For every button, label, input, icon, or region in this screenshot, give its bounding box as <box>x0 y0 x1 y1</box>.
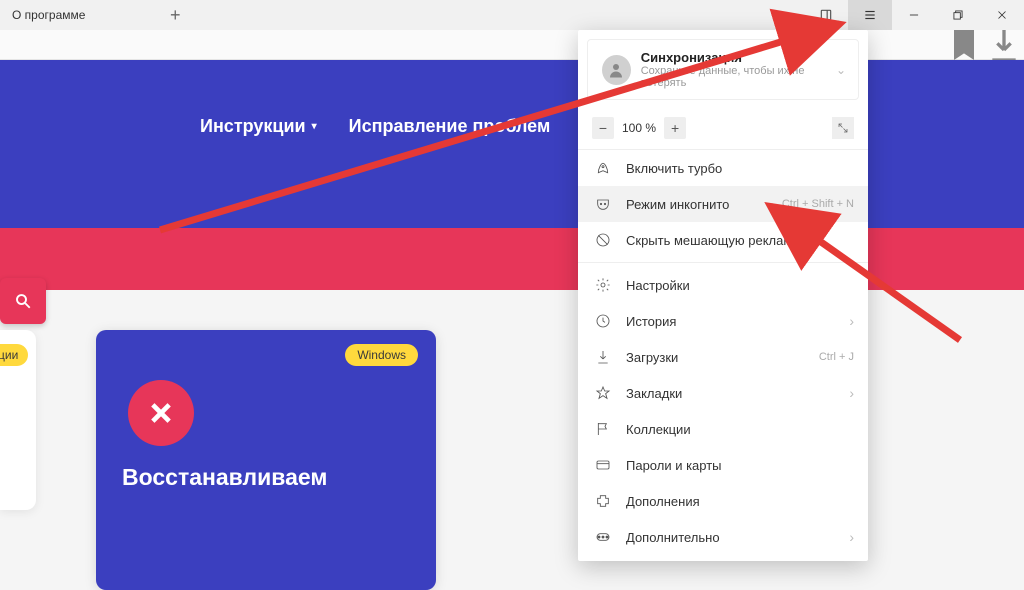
main-menu-button[interactable] <box>848 0 892 30</box>
sidebar-toggle-icon[interactable] <box>804 0 848 30</box>
avatar-icon <box>602 55 631 85</box>
cards-row: ции Windows Восстанавливаем <box>0 290 1024 590</box>
card-partial[interactable]: ции <box>0 330 36 510</box>
chevron-down-icon: ⌄ <box>836 63 846 77</box>
menu-label: Загрузки <box>626 350 678 365</box>
zoom-value: 100 % <box>622 121 656 135</box>
download-icon <box>594 348 612 366</box>
zoom-controls: − 100 % + <box>578 109 868 150</box>
no-ads-icon <box>594 231 612 249</box>
address-bar <box>0 30 1024 60</box>
card-icon <box>594 456 612 474</box>
chevron-down-icon: ▾ <box>312 121 317 132</box>
sync-title: Синхронизация <box>641 50 844 65</box>
error-icon <box>128 380 194 446</box>
chevron-right-icon: › <box>849 385 854 401</box>
main-menu: Синхронизация Сохраните данные, чтобы их… <box>578 30 868 561</box>
card-badge-windows: Windows <box>345 344 418 366</box>
star-icon <box>594 384 612 402</box>
card-main[interactable]: Windows Восстанавливаем <box>96 330 436 590</box>
card-badge: ции <box>0 344 28 366</box>
puzzle-icon <box>594 492 612 510</box>
menu-separator <box>578 262 868 263</box>
menu-more[interactable]: Дополнительно › <box>578 519 868 555</box>
menu-label: Режим инкогнито <box>626 197 729 212</box>
gear-icon <box>594 276 612 294</box>
page-content: Инструкции ▾ Исправление проблем ции Win… <box>0 60 1024 532</box>
red-stripe <box>0 228 1024 290</box>
rocket-icon <box>594 159 612 177</box>
site-nav: Инструкции ▾ Исправление проблем <box>200 116 550 137</box>
menu-passwords[interactable]: Пароли и карты <box>578 447 868 483</box>
zoom-in-button[interactable]: + <box>664 117 686 139</box>
menu-label: Дополнения <box>626 494 700 509</box>
menu-label: Настройки <box>626 278 690 293</box>
menu-label: Включить турбо <box>626 161 722 176</box>
menu-settings[interactable]: Настройки <box>578 267 868 303</box>
menu-extensions[interactable]: Дополнения <box>578 483 868 519</box>
menu-collections[interactable]: Коллекции <box>578 411 868 447</box>
sync-subtitle: Сохраните данные, чтобы их не потерять <box>641 65 844 89</box>
fullscreen-button[interactable] <box>832 117 854 139</box>
window-minimize-button[interactable] <box>892 0 936 30</box>
menu-label: Закладки <box>626 386 682 401</box>
nav-troubleshoot[interactable]: Исправление проблем <box>349 116 551 137</box>
menu-hide-ads[interactable]: Скрыть мешающую рекламу <box>578 222 868 258</box>
menu-turbo[interactable]: Включить турбо <box>578 150 868 186</box>
search-button[interactable] <box>0 278 46 324</box>
sync-section[interactable]: Синхронизация Сохраните данные, чтобы их… <box>587 39 859 100</box>
menu-label: История <box>626 314 676 329</box>
menu-label: Скрыть мешающую рекламу <box>626 233 799 248</box>
downloads-icon[interactable] <box>984 30 1024 60</box>
titlebar: О программе + <box>0 0 1024 30</box>
more-icon <box>594 528 612 546</box>
hero-section: Инструкции ▾ Исправление проблем <box>0 60 1024 228</box>
new-tab-button[interactable]: + <box>170 5 181 26</box>
nav-instructions-label: Инструкции <box>200 116 306 137</box>
clock-icon <box>594 312 612 330</box>
nav-instructions[interactable]: Инструкции ▾ <box>200 116 317 137</box>
chevron-right-icon: › <box>849 313 854 329</box>
menu-label: Коллекции <box>626 422 691 437</box>
chevron-right-icon: › <box>849 529 854 545</box>
shortcut: Ctrl + Shift + N <box>782 198 854 210</box>
card-title: Восстанавливаем <box>122 464 416 491</box>
nav-troubleshoot-label: Исправление проблем <box>349 116 551 137</box>
shortcut: Ctrl + J <box>819 351 854 363</box>
menu-incognito[interactable]: Режим инкогнито Ctrl + Shift + N <box>578 186 868 222</box>
menu-label: Пароли и карты <box>626 458 722 473</box>
tab-title[interactable]: О программе <box>0 8 85 22</box>
menu-downloads[interactable]: Загрузки Ctrl + J <box>578 339 868 375</box>
menu-history[interactable]: История › <box>578 303 868 339</box>
flag-icon <box>594 420 612 438</box>
zoom-out-button[interactable]: − <box>592 117 614 139</box>
bookmark-icon[interactable] <box>944 30 984 60</box>
mask-icon <box>594 195 612 213</box>
menu-bookmarks[interactable]: Закладки › <box>578 375 868 411</box>
